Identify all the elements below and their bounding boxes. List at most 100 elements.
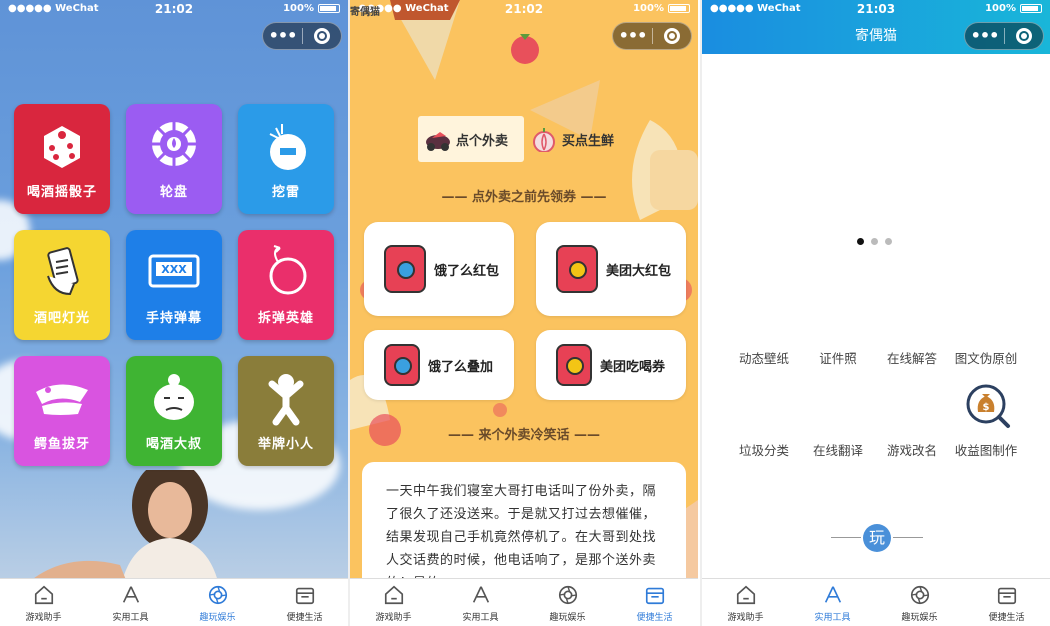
tile-label: 举牌小人	[257, 437, 314, 452]
tool-pseudo-original[interactable]: 图文伪原创	[946, 348, 1026, 367]
carousel-dot[interactable]	[885, 238, 892, 245]
tab-label: 游戏助手	[25, 613, 62, 623]
miniprogram-capsule[interactable]: •••	[262, 22, 342, 50]
coupon-eleme-stack[interactable]: 饿了么叠加	[364, 330, 514, 400]
tile-label: 酒吧灯光	[33, 311, 90, 326]
coupon-meituan-food[interactable]: 美团吃喝券	[536, 330, 686, 400]
tab-tools[interactable]: 实用工具	[87, 579, 174, 626]
tile-dice[interactable]: 喝酒摇骰子	[14, 104, 110, 214]
coupon-eleme-red[interactable]: 饿了么红包	[364, 222, 514, 316]
phone-hand-icon	[47, 247, 79, 296]
tab-life[interactable]: 便捷生活	[611, 579, 698, 626]
tab-game-assistant[interactable]: 游戏助手	[0, 579, 87, 626]
more-icon[interactable]: •••	[613, 23, 652, 49]
battery-percent: 100%	[633, 3, 664, 14]
marquee-icon: XXX	[148, 254, 200, 288]
battery-percent: 100%	[283, 3, 314, 14]
bomb-icon	[269, 245, 307, 295]
tab-tools[interactable]: 实用工具	[437, 579, 524, 626]
appstore-icon	[824, 586, 841, 603]
appstore-icon	[472, 586, 489, 603]
tab-game-assistant[interactable]: 游戏助手	[702, 579, 789, 626]
tab-entertainment[interactable]: 趣玩娱乐	[524, 579, 611, 626]
carousel-indicator[interactable]	[857, 238, 892, 245]
tab-game-assistant[interactable]: 游戏助手	[350, 579, 437, 626]
tool-earnings-chart[interactable]: 收益图制作	[946, 440, 1026, 459]
tab-tools[interactable]: 实用工具	[789, 579, 876, 626]
red-packet-icon	[556, 344, 592, 386]
tile-mine[interactable]: 挖雷	[238, 104, 334, 214]
home-icon	[384, 585, 403, 605]
tool-live-wallpaper[interactable]: 动态壁纸	[724, 348, 804, 367]
tile-label: 挖雷	[271, 185, 300, 200]
play-divider: 玩	[827, 524, 927, 552]
tab-fresh[interactable]: 买点生鲜	[530, 116, 630, 162]
more-icon[interactable]: •••	[263, 23, 302, 49]
tab-label: 趣玩娱乐	[901, 613, 938, 623]
calendar-icon	[997, 587, 1016, 605]
battery-percent: 100%	[985, 3, 1016, 14]
wheel-icon	[152, 122, 196, 166]
screen-game-assistant: ●●●●● WeChat 21:02 100% ••• 喝酒摇骰子 轮盘 挖雷 …	[0, 0, 348, 626]
close-miniprogram-icon[interactable]	[303, 28, 341, 44]
game-grid: 喝酒摇骰子 轮盘 挖雷 酒吧灯光 XXX 手持弹幕 拆弹英雄 鳄鱼拔牙 喝酒大叔	[14, 104, 334, 466]
calendar-icon	[645, 587, 664, 605]
tab-entertainment[interactable]: 趣玩娱乐	[174, 579, 261, 626]
dice-icon	[44, 126, 80, 168]
battery-indicator: 100%	[985, 3, 1042, 14]
red-packet-icon	[556, 245, 598, 293]
tab-label: 实用工具	[112, 613, 149, 623]
svg-text:XXX: XXX	[161, 263, 187, 276]
tab-label: 买点生鲜	[562, 133, 615, 149]
tab-label: 趣玩娱乐	[199, 613, 236, 623]
home-icon	[736, 585, 755, 605]
more-icon[interactable]: •••	[965, 23, 1004, 49]
garlic-icon	[533, 128, 555, 152]
tab-entertainment[interactable]: 趣玩娱乐	[876, 579, 963, 626]
coupon-heading: —— 点外卖之前先领券 ——	[441, 190, 607, 205]
tool-game-rename[interactable]: 游戏改名	[872, 440, 952, 459]
tab-takeout[interactable]: 点个外卖	[418, 116, 524, 162]
screen-takeout: ●●●●● WeChat 寄偶猫 21:02 100% ••• 点个外卖 买点生…	[350, 0, 698, 626]
tile-label: 鳄鱼拔牙	[33, 437, 90, 452]
screen-tools: ●●●●● WeChat 21:03 100% 寄偶猫 ••• 动态壁纸 证件照…	[702, 0, 1050, 626]
tile-bomb-hero[interactable]: 拆弹英雄	[238, 230, 334, 340]
tile-label: 喝酒摇骰子	[26, 185, 97, 200]
joke-heading: —— 来个外卖冷笑话 ——	[447, 428, 601, 443]
battery-icon	[318, 4, 340, 13]
coupon-meituan-red[interactable]: 美团大红包	[536, 222, 686, 316]
tile-crocodile[interactable]: 鳄鱼拔牙	[14, 356, 110, 466]
play-badge[interactable]: 玩	[863, 524, 891, 552]
tab-label: 点个外卖	[456, 133, 509, 149]
tile-bar-light[interactable]: 酒吧灯光	[14, 230, 110, 340]
tool-translate[interactable]: 在线翻译	[798, 440, 878, 459]
miniprogram-capsule[interactable]: •••	[612, 22, 692, 50]
joke-card: 一天中午我们寝室大哥打电话叫了份外卖，隔了很久了还没送来。于是就又打过去想催催，…	[362, 462, 686, 592]
miniprogram-capsule[interactable]: •••	[964, 22, 1044, 50]
battery-indicator: 100%	[633, 3, 690, 14]
home-icon	[34, 585, 53, 605]
tile-drinking-uncle[interactable]: 喝酒大叔	[126, 356, 222, 466]
person-photo	[20, 470, 220, 590]
battery-icon	[1020, 4, 1042, 13]
tab-life[interactable]: 便捷生活	[963, 579, 1050, 626]
close-miniprogram-icon[interactable]	[653, 28, 691, 44]
tab-label: 游戏助手	[375, 613, 412, 623]
tool-id-photo[interactable]: 证件照	[798, 348, 878, 367]
tile-marquee[interactable]: XXX 手持弹幕	[126, 230, 222, 340]
carousel-dot[interactable]	[857, 238, 864, 245]
close-miniprogram-icon[interactable]	[1005, 28, 1043, 44]
tool-garbage-sort[interactable]: 垃圾分类	[724, 440, 804, 459]
tile-sign-man[interactable]: 举牌小人	[238, 356, 334, 466]
status-bar: ●●●●● WeChat 寄偶猫 21:02 100%	[350, 0, 698, 20]
tab-life[interactable]: 便捷生活	[261, 579, 348, 626]
crocodile-icon	[36, 384, 88, 415]
carousel-dot[interactable]	[871, 238, 878, 245]
battery-indicator: 100%	[283, 3, 340, 14]
tool-online-answer[interactable]: 在线解答	[872, 348, 952, 367]
tile-wheel[interactable]: 轮盘	[126, 104, 222, 214]
tab-label: 游戏助手	[727, 613, 764, 623]
status-bar: ●●●●● WeChat 21:03 100%	[702, 0, 1050, 20]
coupon-label: 饿了么叠加	[428, 359, 494, 375]
aperture-icon	[910, 585, 929, 605]
